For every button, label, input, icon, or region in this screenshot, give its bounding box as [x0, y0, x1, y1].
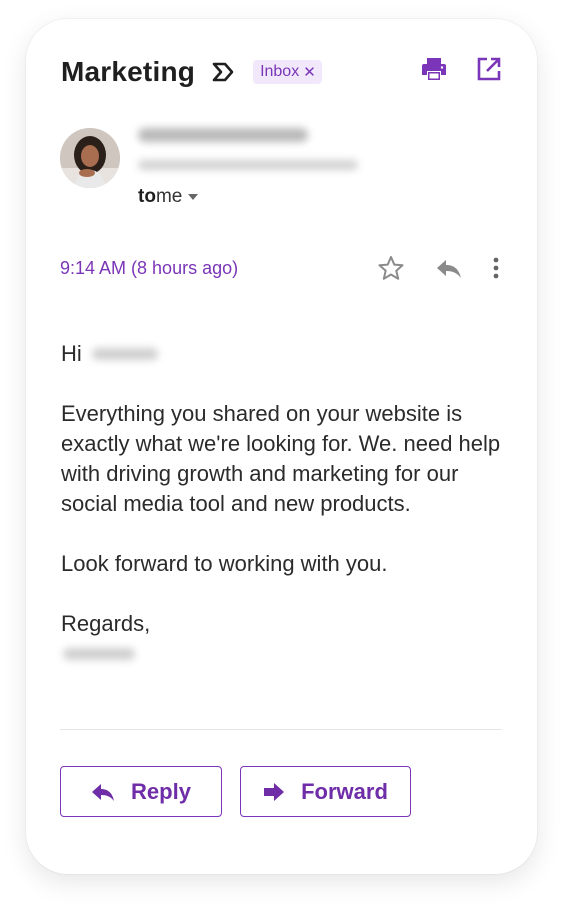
- open-in-new-icon[interactable]: [477, 57, 501, 81]
- message-actions: [377, 255, 499, 281]
- message-timestamp: 9:14 AM (8 hours ago): [60, 257, 239, 278]
- message-footer-actions: Reply Forward: [60, 766, 411, 817]
- sender-block: to me: [60, 128, 358, 208]
- star-icon[interactable]: [377, 255, 405, 281]
- forward-button[interactable]: Forward: [240, 766, 411, 817]
- more-vert-icon[interactable]: [493, 257, 499, 279]
- recipient-name: me: [155, 186, 183, 207]
- chevron-down-icon[interactable]: [188, 194, 199, 200]
- inbox-label-text: Inbox: [260, 63, 300, 80]
- important-label-icon[interactable]: [211, 61, 237, 83]
- recipient-prefix: to: [138, 186, 156, 207]
- signature-redacted: [63, 648, 135, 660]
- header-actions: [421, 57, 501, 81]
- sender-avatar[interactable]: [60, 128, 120, 188]
- reply-icon[interactable]: [435, 257, 463, 279]
- forward-icon: [263, 782, 285, 802]
- body-paragraph-1: Everything you shared on your website is…: [61, 401, 501, 516]
- inbox-label-chip: Inbox ✕: [253, 60, 322, 84]
- reply-button[interactable]: Reply: [60, 766, 222, 817]
- greeting-line: Hi: [61, 339, 511, 369]
- email-subject: Marketing: [61, 56, 196, 87]
- print-icon[interactable]: [421, 57, 447, 81]
- reply-button-label: Reply: [131, 778, 191, 804]
- signature-line: [61, 639, 511, 669]
- message-body: Hi Everything you shared on your website…: [61, 339, 511, 669]
- remove-label-icon[interactable]: ✕: [303, 63, 316, 81]
- greeting-text: Hi: [61, 341, 82, 366]
- subject-row: Marketing Inbox ✕: [61, 55, 322, 89]
- sender-info: to me: [138, 122, 358, 208]
- sender-name-redacted: [138, 128, 308, 142]
- body-paragraph-2: Look forward to working with you.: [61, 551, 388, 576]
- recipient-name-redacted: [91, 348, 158, 360]
- email-card: Marketing Inbox ✕ to me 9:14 AM (8 hours…: [26, 19, 537, 874]
- recipient-row[interactable]: to me: [138, 186, 358, 208]
- forward-button-label: Forward: [301, 778, 388, 804]
- reply-arrow-icon: [91, 782, 115, 802]
- message-meta-row: 9:14 AM (8 hours ago): [60, 255, 503, 281]
- sender-email-redacted: [138, 160, 358, 170]
- signoff: Regards,: [61, 611, 151, 636]
- divider: [60, 729, 502, 730]
